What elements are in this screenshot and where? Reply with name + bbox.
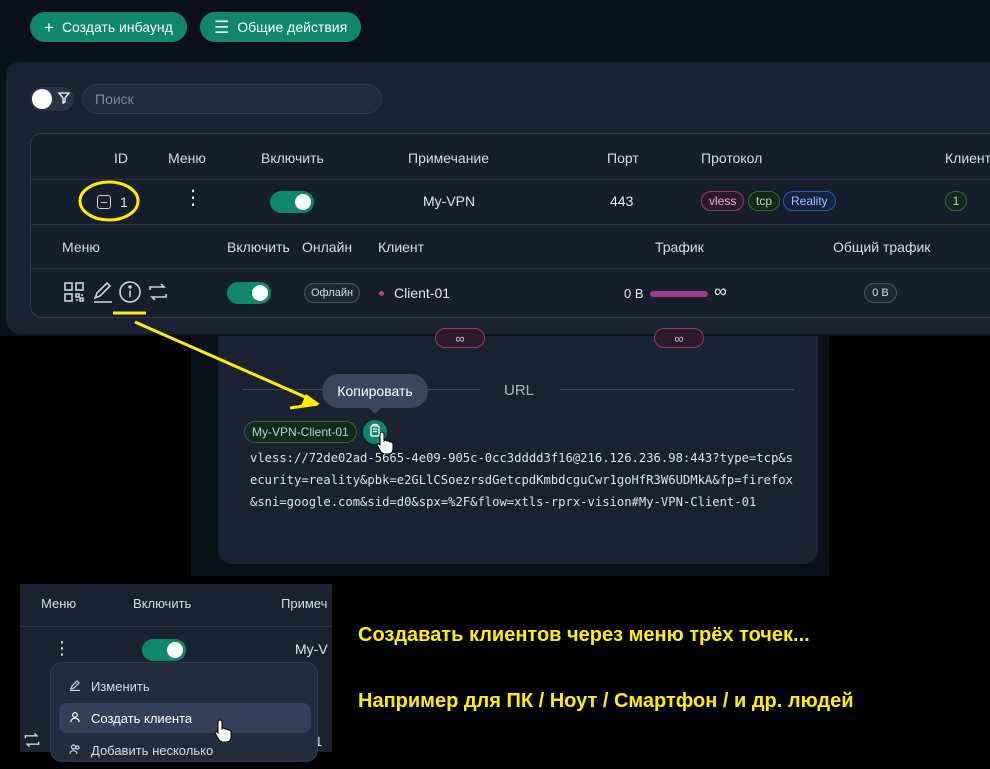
- annotation-arrow: [134, 320, 313, 402]
- highlight-ellipse: [78, 180, 140, 222]
- caption-line-1: Создавать клиентов через меню трёх точек…: [358, 624, 810, 646]
- caption-line-2: Например для ПК / Ноут / Смартфон / и др…: [358, 690, 854, 712]
- annotation-overlay: [78, 180, 320, 410]
- arrow-head-line: [289, 402, 319, 410]
